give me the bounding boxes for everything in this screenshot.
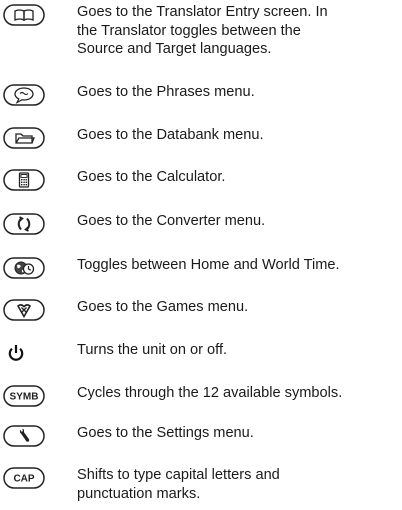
wrench-icon <box>2 424 46 448</box>
globe-clock-icon <box>2 256 46 280</box>
description-line: Goes to the Settings menu. <box>77 425 254 441</box>
cap-key-label: CAP <box>13 474 34 485</box>
description-line: Goes to the Converter menu. <box>77 213 266 229</box>
power-icon <box>2 341 46 365</box>
description-line: Source and Target languages. <box>77 41 272 57</box>
key-description: Goes to the Settings menu. <box>77 424 399 443</box>
symb-key-label: SYMB <box>10 392 39 403</box>
games-icon <box>2 298 46 322</box>
description-line: Goes to the Databank menu. <box>77 127 264 143</box>
description-line: Turns the unit on or off. <box>77 342 228 358</box>
key-description: Toggles between Home and World Time. <box>77 256 399 275</box>
folder-icon <box>2 126 46 150</box>
key-description: Goes to the Games menu. <box>77 298 399 317</box>
description-line: Goes to the Calculator. <box>77 169 226 185</box>
cap-key-icon: CAP <box>2 466 46 490</box>
description-line: Shifts to type capital letters and <box>77 467 280 483</box>
speech-bubble-icon <box>2 83 46 107</box>
key-description: Goes to the Databank menu. <box>77 126 399 145</box>
key-description: Goes to the Calculator. <box>77 168 399 187</box>
converter-arrows-icon <box>2 212 46 236</box>
key-description: Shifts to type capital letters and punct… <box>77 466 399 503</box>
key-description: Goes to the Phrases menu. <box>77 83 399 102</box>
key-description: Turns the unit on or off. <box>77 341 399 360</box>
key-description: Goes to the Translator Entry screen. In … <box>77 3 399 59</box>
description-line: Goes to the Translator Entry screen. In <box>77 4 328 20</box>
book-icon <box>2 3 46 27</box>
description-line: the Translator toggles between the <box>77 22 301 39</box>
symb-key-icon: SYMB <box>2 384 46 408</box>
key-description: Cycles through the 12 available symbols. <box>77 384 399 403</box>
description-line: Goes to the Games menu. <box>77 299 249 315</box>
calculator-icon <box>2 168 46 192</box>
key-description: Goes to the Converter menu. <box>77 212 399 231</box>
description-line: Cycles through the 12 available symbols. <box>77 385 343 401</box>
description-line: punctuation marks. <box>77 485 201 502</box>
description-line: Toggles between Home and World Time. <box>77 257 340 273</box>
key-function-list: Goes to the Translator Entry screen. In … <box>0 0 402 510</box>
description-line: Goes to the Phrases menu. <box>77 84 255 100</box>
